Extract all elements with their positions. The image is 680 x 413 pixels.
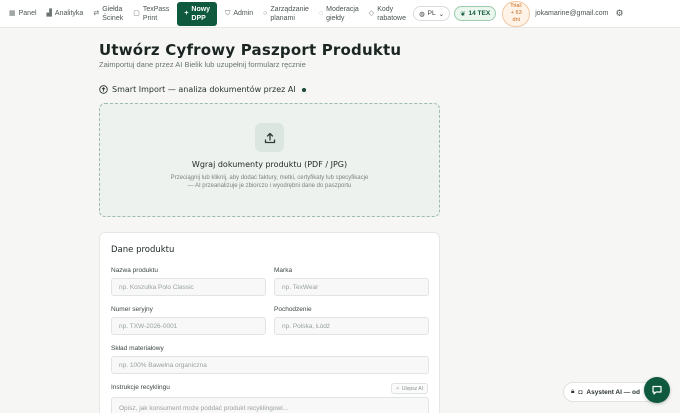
card-title: Dane produktu — [111, 245, 175, 255]
improve-ai-button[interactable]: ✧ Ulepsz AI — [390, 383, 428, 394]
origin-label: Pochodzenie — [274, 306, 312, 313]
composition-label: Skład materiałowy — [111, 345, 164, 352]
language-label: PL — [427, 10, 436, 17]
upload-title: Wgraj dokumenty produktu (PDF / JPG) — [191, 160, 348, 169]
nav-label: DPP — [191, 14, 206, 22]
smart-import-heading: Smart Import — analiza dokumentów przez … — [99, 85, 306, 94]
tex-balance: 14 TEX — [468, 10, 491, 17]
serial-number-input[interactable]: np. TXW-2026-0001 — [111, 317, 266, 335]
smart-import-title: Smart Import — analiza dokumentów przez … — [112, 85, 296, 94]
tag-icon: ◇ — [368, 10, 375, 17]
top-navbar: ▦ Panel ▟ Analityka ⇄ Giełda Ścinek ▢ Tex… — [0, 0, 680, 28]
nav-label: Zarządzanie — [270, 5, 309, 13]
serial-number-label: Numer seryjny — [111, 306, 153, 313]
nav-label: rabatowe — [377, 14, 406, 22]
new-dpp-button[interactable]: + Nowy DPP — [177, 1, 218, 26]
nav-label: TexPass — [142, 5, 170, 13]
gear-icon[interactable]: ⚙ — [615, 8, 623, 19]
nav-label: Print — [142, 14, 158, 22]
nav-item-texpass-print[interactable]: ▢ TexPass Print — [128, 0, 174, 28]
bot-icon: ◘ — [578, 388, 583, 396]
check-circle-icon: ◌ — [318, 10, 324, 17]
nav-label: Panel — [18, 10, 37, 17]
nav-label: Ścinek — [102, 14, 124, 22]
nav-label: giełdy — [326, 14, 345, 22]
nav-label: Giełda — [102, 5, 123, 13]
brand-label: Marka — [274, 267, 293, 274]
nav-item-discount-codes[interactable]: ◇ Kody rabatowe — [364, 0, 411, 28]
shield-icon: ⛉ — [225, 10, 231, 17]
tex-balance-badge[interactable]: ❦ 14 TEX — [454, 6, 497, 21]
lock-icon: 🔒︎ — [571, 388, 575, 395]
nav-item-gielda[interactable]: ⇄ Giełda Ścinek — [88, 0, 128, 28]
plus-icon: + — [184, 10, 189, 17]
circle-icon: ○ — [263, 10, 268, 17]
product-name-label: Nazwa produktu — [111, 267, 158, 274]
nav-label: Moderacja — [326, 5, 359, 13]
status-dot — [301, 87, 306, 92]
nav-label: Analityka — [54, 10, 84, 17]
nav-label: Admin — [233, 10, 254, 17]
upload-description: Przeciągnij lub kliknij, aby dodać faktu… — [170, 175, 369, 189]
upload-circle-icon — [99, 85, 108, 94]
trial-line: + 63 — [510, 10, 522, 16]
product-name-input[interactable]: np. Koszulka Polo Classic — [111, 278, 266, 296]
nav-label: planami — [270, 14, 295, 22]
nav-label: Nowy — [191, 5, 211, 13]
brand-input[interactable]: np. TexWear — [274, 278, 429, 296]
trial-line: dni — [512, 17, 520, 23]
grid-icon: ▦ — [9, 10, 16, 17]
recycling-label: Instrukcje recyklingu — [111, 384, 170, 391]
leaf-icon: ❦ — [460, 10, 466, 18]
sparkle-icon: ✧ — [395, 385, 400, 392]
assistant-label: Asystent AI — od — [586, 388, 640, 396]
composition-input[interactable]: np. 100% Bawełna organiczna — [111, 356, 429, 374]
origin-input[interactable]: np. Polska, Łódź — [274, 317, 429, 335]
chat-button[interactable] — [644, 377, 670, 403]
document-icon: ▢ — [133, 10, 140, 17]
language-select[interactable]: ◍ PL ⌄ — [412, 6, 451, 21]
nav-item-analityka[interactable]: ▟ Analityka — [42, 0, 89, 28]
upload-icon — [255, 123, 284, 152]
product-data-card: Dane produktu Nazwa produktu np. Koszulk… — [99, 232, 440, 413]
nav-item-panel[interactable]: ▦ Panel — [4, 0, 42, 28]
page-subtitle: Zaimportuj dane przez AI Bielik lub uzup… — [99, 60, 306, 69]
user-email[interactable]: jokamarine@gmail.com — [535, 10, 608, 17]
globe-icon: ◍ — [418, 10, 425, 18]
page-title: Utwórz Cyfrowy Paszport Produktu — [99, 41, 402, 59]
chevron-down-icon: ⌄ — [438, 10, 445, 18]
trial-badge: Trial: + 63 dni — [502, 0, 531, 27]
trial-line: Trial: — [510, 3, 523, 9]
nav-item-plans[interactable]: ○ Zarządzanie planami — [258, 0, 314, 28]
chat-bubble-icon — [652, 385, 662, 395]
improve-ai-label: Ulepsz AI — [401, 385, 423, 392]
recycling-textarea[interactable]: Opisz, jak konsument może poddać produkt… — [111, 397, 429, 413]
upload-dropzone[interactable]: Wgraj dokumenty produktu (PDF / JPG) Prz… — [99, 103, 440, 217]
exchange-icon: ⇄ — [93, 10, 100, 17]
nav-label: Kody — [377, 5, 394, 13]
nav-item-moderation[interactable]: ◌ Moderacja giełdy — [314, 0, 364, 28]
bar-chart-icon: ▟ — [46, 10, 52, 17]
nav-item-admin[interactable]: ⛉ Admin — [220, 0, 258, 28]
